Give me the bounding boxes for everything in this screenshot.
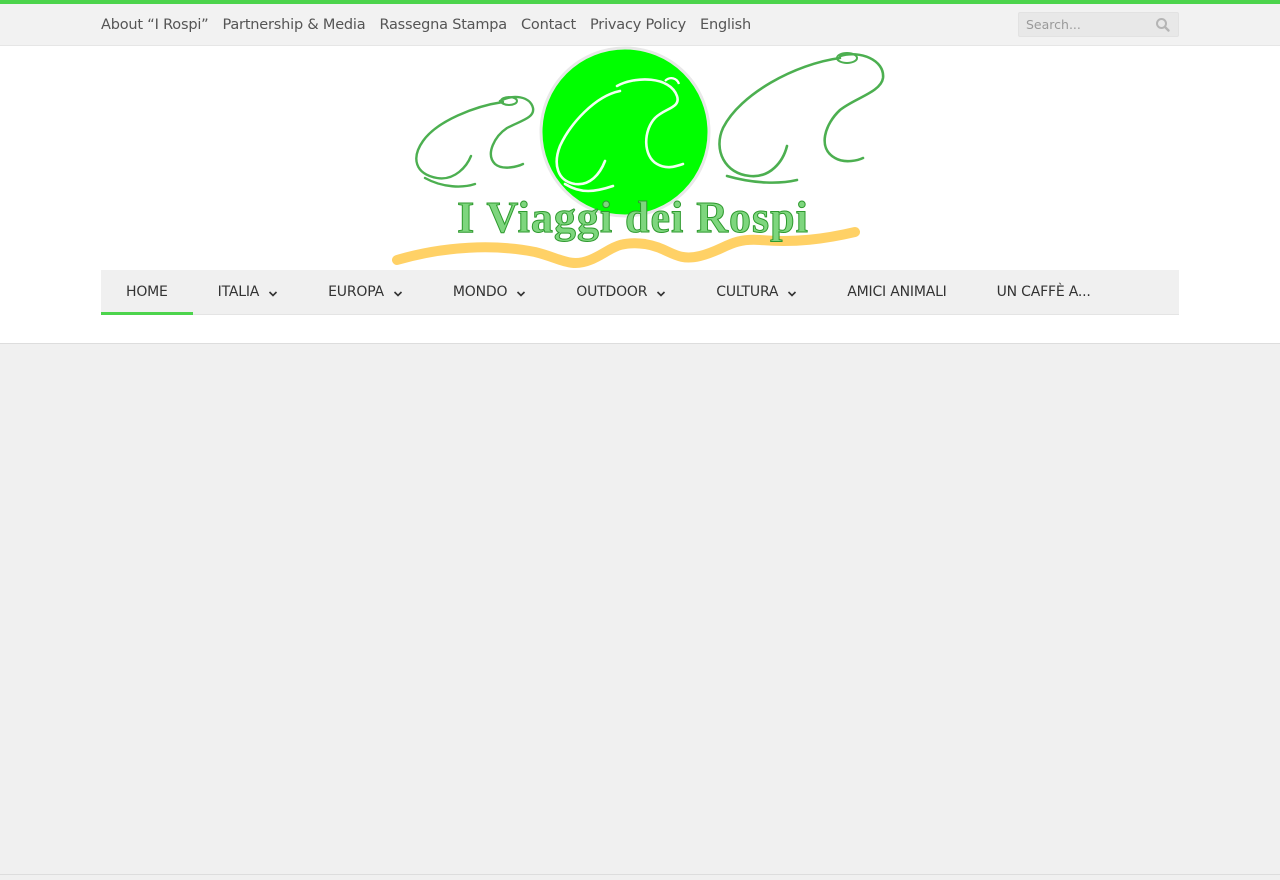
top-link-partnership[interactable]: Partnership & Media [222,17,365,33]
top-navigation: About “I Rospi” Partnership & Media Rass… [101,4,765,46]
top-link-privacy-policy[interactable]: Privacy Policy [590,17,686,33]
search-icon[interactable] [1154,16,1172,34]
site-header: I Viaggi dei Rospi HOME ITALIA EUROPA MO… [0,46,1280,344]
site-logo[interactable]: I Viaggi dei Rospi [385,46,890,270]
chevron-down-icon [393,287,403,297]
nav-item-label: AMICI ANIMALI [847,284,947,300]
nav-item-label: ITALIA [217,284,260,300]
chevron-down-icon [268,287,278,297]
nav-item-cultura[interactable]: CULTURA [691,270,822,314]
search-input[interactable] [1019,13,1149,36]
top-link-english[interactable]: English [700,17,751,33]
logo-lettering: I Viaggi dei Rospi [457,193,809,242]
chevron-down-icon [787,287,797,297]
nav-item-un-caffe[interactable]: UN CAFFÈ A... [972,270,1116,314]
nav-item-label: EUROPA [328,284,384,300]
nav-item-label: MONDO [452,284,508,300]
top-link-contact[interactable]: Contact [521,17,576,33]
nav-item-label: OUTDOOR [576,284,648,300]
nav-item-home[interactable]: HOME [101,270,193,315]
top-bar: About “I Rospi” Partnership & Media Rass… [0,4,1280,46]
main-content-area [0,345,1280,875]
main-navigation: HOME ITALIA EUROPA MONDO OUTDOOR CULTURA… [101,270,1179,315]
nav-item-mondo[interactable]: MONDO [428,270,551,314]
nav-item-label: HOME [126,284,168,300]
nav-item-label: CULTURA [716,284,779,300]
chevron-down-icon [656,287,666,297]
divider [0,874,1280,875]
nav-item-italia[interactable]: ITALIA [193,270,303,314]
chevron-down-icon [516,287,526,297]
search-box [1018,12,1179,37]
nav-item-label: UN CAFFÈ A... [996,284,1091,300]
nav-item-outdoor[interactable]: OUTDOOR [551,270,691,314]
nav-item-amici-animali[interactable]: AMICI ANIMALI [822,270,971,314]
top-link-rassegna-stampa[interactable]: Rassegna Stampa [379,17,507,33]
top-link-about[interactable]: About “I Rospi” [101,17,209,33]
nav-item-europa[interactable]: EUROPA [303,270,428,314]
